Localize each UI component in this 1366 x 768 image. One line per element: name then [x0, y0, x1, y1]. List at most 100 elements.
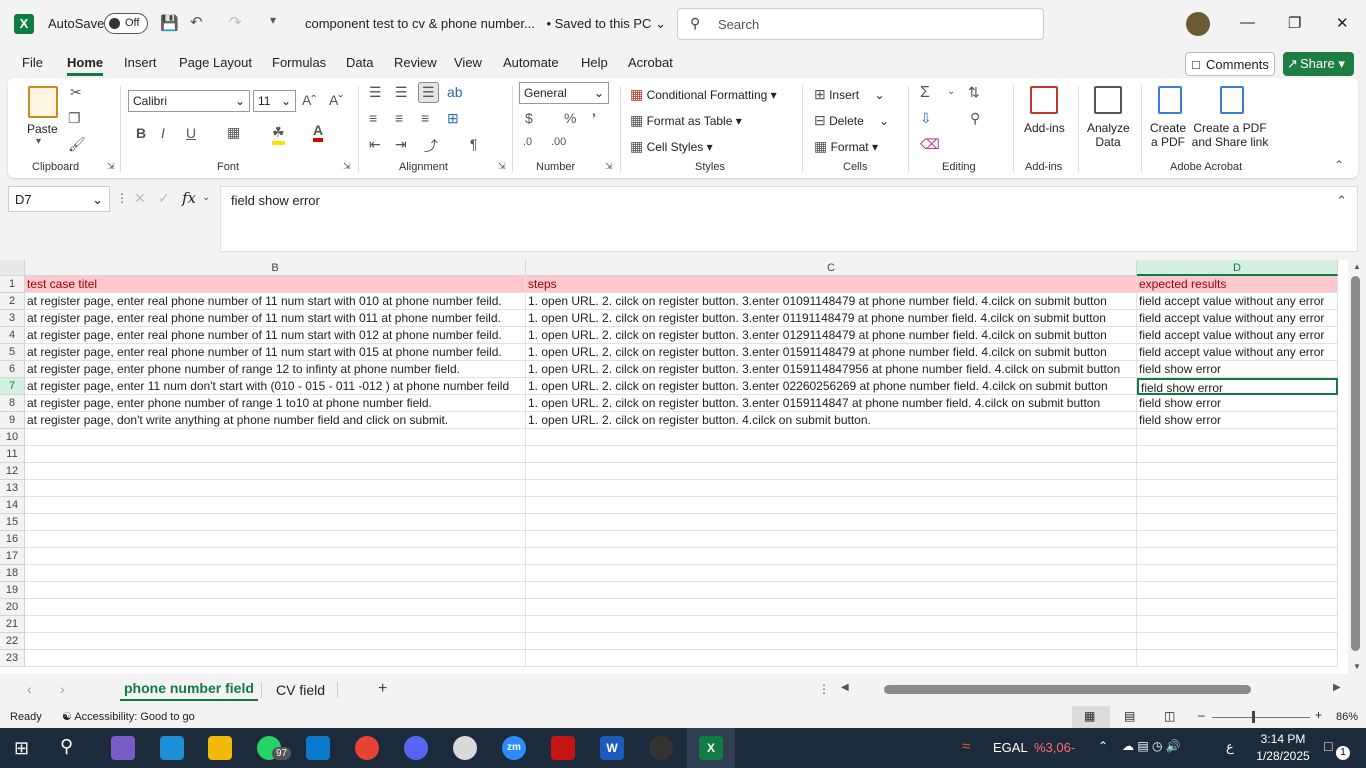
column-header-d[interactable]: D [1137, 260, 1338, 276]
row-header[interactable]: 2 [0, 293, 25, 310]
scroll-down-icon[interactable]: ▼ [1353, 662, 1361, 671]
sort-filter-icon[interactable]: ⇅ [968, 84, 980, 101]
chevron-up-icon[interactable]: ⌃ [1098, 739, 1108, 753]
column-header-c[interactable]: C [526, 260, 1137, 276]
menu-home[interactable]: Home [67, 55, 104, 76]
row-header[interactable]: 21 [0, 616, 25, 633]
cell-c5[interactable]: 1. open URL. 2. cilck on register button… [526, 344, 1137, 361]
delete-cells-button[interactable]: ⊟ Delete ⌄ [814, 112, 889, 129]
avatar[interactable] [1186, 12, 1210, 36]
share-button[interactable]: ↗ Share ▾ [1283, 52, 1354, 76]
cell-c2[interactable]: 1. open URL. 2. cilck on register button… [526, 293, 1137, 310]
align-center-icon[interactable]: ≡ [395, 110, 403, 126]
italic-icon[interactable]: I [161, 125, 165, 141]
cell-b18[interactable] [25, 565, 526, 582]
align-bottom-icon[interactable]: ☰ [418, 82, 439, 103]
formula-input[interactable]: field show error ⌃ [220, 186, 1358, 252]
comma-style-icon[interactable]: ’ [592, 110, 596, 126]
cell-d3[interactable]: field accept value without any error [1137, 310, 1338, 327]
insert-cells-button[interactable]: ⊞ Insert ⌄ [814, 86, 885, 103]
cell-c21[interactable] [526, 616, 1137, 633]
redo-icon[interactable]: ↷ [229, 13, 242, 31]
cell-d12[interactable] [1137, 463, 1338, 480]
menu-page-layout[interactable]: Page Layout [179, 55, 252, 70]
cell-b17[interactable] [25, 548, 526, 565]
cell-c23[interactable] [526, 650, 1137, 667]
increase-decimal-icon[interactable]: .0 [523, 136, 532, 148]
row-header[interactable]: 1 [0, 276, 25, 293]
scroll-right-icon[interactable]: ▶ [1333, 682, 1341, 693]
row-header[interactable]: 11 [0, 446, 25, 463]
row-header[interactable]: 16 [0, 531, 25, 548]
vertical-scrollbar[interactable]: ▲ ▼ [1348, 260, 1366, 674]
cell-b15[interactable] [25, 514, 526, 531]
vscode-icon[interactable] [306, 736, 330, 760]
decrease-font-icon[interactable]: Aˇ [329, 92, 343, 108]
close-icon[interactable]: ✕ [1336, 14, 1349, 32]
select-all-corner[interactable] [0, 260, 25, 276]
currency-icon[interactable]: $ [525, 110, 533, 126]
cell-b7[interactable]: at register page, enter 11 num don't sta… [25, 378, 526, 395]
row-header[interactable]: 14 [0, 497, 25, 514]
menu-review[interactable]: Review [394, 55, 437, 70]
cell-b19[interactable] [25, 582, 526, 599]
row-header[interactable]: 10 [0, 429, 25, 446]
cancel-icon[interactable]: ✕ [134, 190, 146, 207]
row-header[interactable]: 23 [0, 650, 25, 667]
chrome-icon[interactable] [355, 736, 379, 760]
row-header[interactable]: 20 [0, 599, 25, 616]
copy-icon[interactable]: ❐ [68, 110, 81, 127]
sheet-tab-cv-field[interactable]: CV field [276, 682, 325, 698]
cell-c19[interactable] [526, 582, 1137, 599]
dialog-launcher-icon[interactable]: ⇲ [107, 161, 115, 172]
row-header[interactable]: 5 [0, 344, 25, 361]
zoom-in-icon[interactable]: + [1315, 708, 1322, 722]
align-middle-icon[interactable]: ☰ [395, 84, 408, 101]
cell-c20[interactable] [526, 599, 1137, 616]
fill-color-icon[interactable]: ☘ [272, 124, 285, 145]
notification-icon[interactable]: □ [1324, 738, 1332, 754]
format-cells-button[interactable]: ▦ Format ▾ [814, 138, 878, 155]
zoom-slider[interactable] [1212, 717, 1310, 718]
row-header[interactable]: 13 [0, 480, 25, 497]
cell-c10[interactable] [526, 429, 1137, 446]
name-box[interactable]: D7 ⌄ [8, 186, 110, 212]
clock[interactable]: 3:14 PM 1/28/2025 [1256, 732, 1310, 763]
cell-d7[interactable]: field show error [1137, 378, 1338, 395]
merge-center-icon[interactable]: ⊞ [447, 110, 459, 127]
dialog-launcher-icon[interactable]: ⇲ [343, 161, 351, 172]
discord-icon[interactable] [404, 736, 428, 760]
prev-sheet-icon[interactable]: ‹ [27, 681, 32, 697]
undo-icon[interactable]: ↶ [190, 13, 203, 31]
cell-c18[interactable] [526, 565, 1137, 582]
cell-c6[interactable]: 1. open URL. 2. cilck on register button… [526, 361, 1137, 378]
align-top-icon[interactable]: ☰ [369, 84, 382, 101]
scroll-left-icon[interactable]: ◀ [841, 682, 849, 693]
more-icon[interactable]: ⋮ [116, 191, 128, 205]
edge-icon[interactable] [160, 736, 184, 760]
horizontal-scroll-thumb[interactable] [884, 685, 1251, 694]
chevron-down-icon[interactable]: ⌄ [947, 86, 955, 97]
cell-d16[interactable] [1137, 531, 1338, 548]
cell-b11[interactable] [25, 446, 526, 463]
cell-c7[interactable]: 1. open URL. 2. cilck on register button… [526, 378, 1137, 395]
cell-d1[interactable]: expected results [1137, 276, 1338, 293]
create-pdf-icon[interactable] [1158, 86, 1182, 114]
sheet-tab-phone-number[interactable]: phone number field [120, 680, 258, 701]
cell-c1[interactable]: steps [526, 276, 1137, 293]
tray-icons[interactable]: ☁ ▤ ◷ 🔊 [1122, 739, 1181, 753]
cell-d15[interactable] [1137, 514, 1338, 531]
row-header[interactable]: 4 [0, 327, 25, 344]
format-painter-icon[interactable]: 🖌 [68, 136, 86, 153]
cell-d23[interactable] [1137, 650, 1338, 667]
font-name-dropdown[interactable]: Calibri ⌄ [128, 90, 250, 112]
row-header[interactable]: 7 [0, 378, 25, 395]
row-header[interactable]: 12 [0, 463, 25, 480]
cell-b10[interactable] [25, 429, 526, 446]
align-right-icon[interactable]: ≡ [421, 110, 429, 126]
cell-c3[interactable]: 1. open URL. 2. cilck on register button… [526, 310, 1137, 327]
cell-d4[interactable]: field accept value without any error [1137, 327, 1338, 344]
row-header[interactable]: 3 [0, 310, 25, 327]
cell-d20[interactable] [1137, 599, 1338, 616]
cell-d5[interactable]: field accept value without any error [1137, 344, 1338, 361]
